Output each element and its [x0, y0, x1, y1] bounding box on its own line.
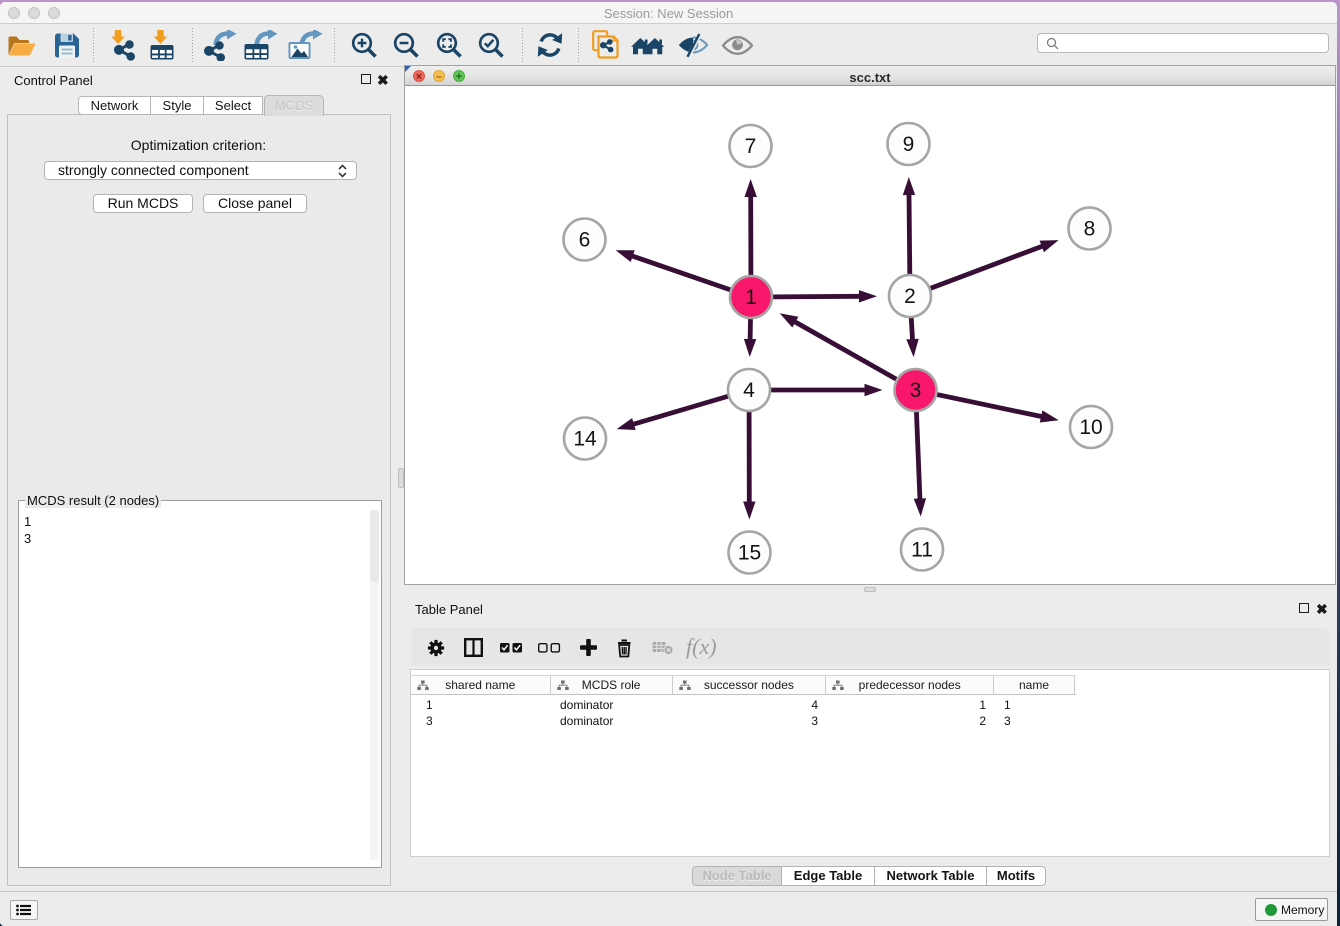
svg-text:4: 4: [743, 379, 755, 402]
svg-text:10: 10: [1079, 416, 1102, 439]
svg-text:7: 7: [745, 135, 757, 158]
svg-text:11: 11: [911, 539, 933, 562]
svg-text:9: 9: [903, 133, 915, 156]
svg-text:15: 15: [738, 542, 761, 565]
svg-text:3: 3: [910, 379, 922, 402]
svg-text:6: 6: [579, 229, 591, 252]
svg-text:1: 1: [745, 286, 757, 309]
svg-text:8: 8: [1084, 218, 1096, 241]
svg-text:14: 14: [573, 428, 597, 451]
svg-text:2: 2: [904, 285, 916, 308]
